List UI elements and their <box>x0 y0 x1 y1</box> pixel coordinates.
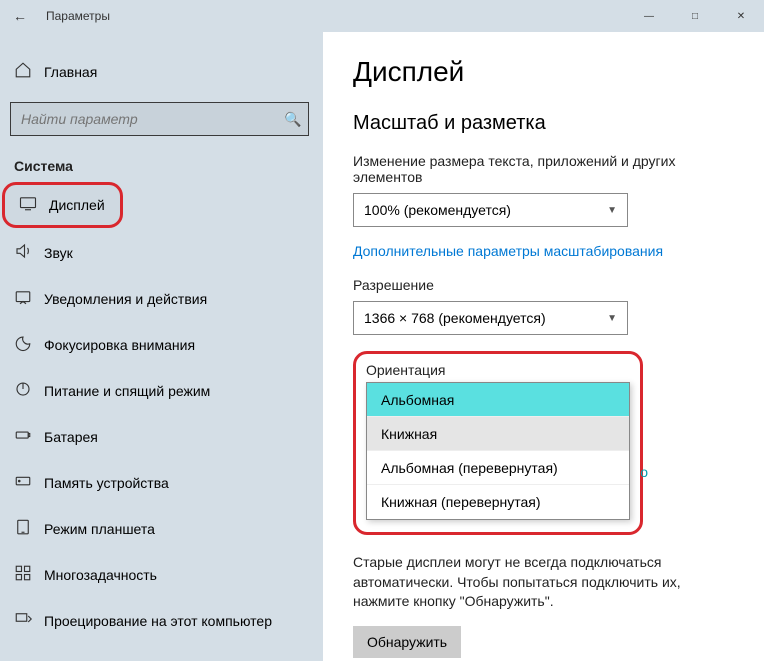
power-icon <box>14 380 44 403</box>
sidebar-item-notifications[interactable]: Уведомления и действия <box>0 276 323 322</box>
search-icon: 🔍 <box>278 111 308 128</box>
titlebar: ← Параметры ― □ ✕ <box>0 0 764 32</box>
home-button[interactable]: Главная <box>0 52 323 92</box>
resolution-select[interactable]: 1366 × 768 (рекомендуется) ▼ <box>353 301 628 335</box>
sidebar-item-label: Батарея <box>44 429 98 445</box>
sidebar-item-power[interactable]: Питание и спящий режим <box>0 368 323 414</box>
sidebar-item-focus[interactable]: Фокусировка внимания <box>0 322 323 368</box>
sidebar-item-battery[interactable]: Батарея <box>0 414 323 460</box>
orientation-option-portrait[interactable]: Книжная <box>367 417 629 451</box>
close-button[interactable]: ✕ <box>718 0 764 32</box>
home-label: Главная <box>44 64 97 80</box>
battery-icon <box>14 426 44 449</box>
storage-icon <box>14 472 44 495</box>
resolution-value: 1366 × 768 (рекомендуется) <box>364 310 546 326</box>
sidebar-item-label: Режим планшета <box>44 521 155 537</box>
sound-icon <box>14 242 44 265</box>
multitasking-icon <box>14 564 44 587</box>
scale-value: 100% (рекомендуется) <box>364 202 511 218</box>
orientation-group-highlight: Ориентация Альбомная Книжная Альбомная (… <box>353 351 643 535</box>
sidebar: Главная 🔍 Система Дисплей Звук У <box>0 32 323 661</box>
orientation-dropdown[interactable]: Альбомная Книжная Альбомная (перевернута… <box>366 382 630 520</box>
orientation-label: Ориентация <box>366 362 630 378</box>
sidebar-item-label: Звук <box>44 245 73 261</box>
minimize-button[interactable]: ― <box>626 0 672 32</box>
notifications-icon <box>14 288 44 311</box>
sidebar-item-sound[interactable]: Звук <box>0 230 323 276</box>
sidebar-item-multitasking[interactable]: Многозадачность <box>0 552 323 598</box>
sidebar-item-label: Дисплей <box>49 197 105 213</box>
sidebar-item-label: Уведомления и действия <box>44 291 207 307</box>
orientation-option-landscape-flipped[interactable]: Альбомная (перевернутая) <box>367 451 629 485</box>
chevron-down-icon: ▼ <box>607 313 617 324</box>
advanced-scaling-link[interactable]: Дополнительные параметры масштабирования <box>353 243 663 259</box>
maximize-button[interactable]: □ <box>672 0 718 32</box>
detect-note: Старые дисплеи могут не всегда подключат… <box>353 553 733 612</box>
detect-button[interactable]: Обнаружить <box>353 626 461 658</box>
tablet-icon <box>14 518 44 541</box>
search-input[interactable]: 🔍 <box>10 102 309 136</box>
scale-label: Изменение размера текста, приложений и д… <box>353 153 744 185</box>
sidebar-item-label: Многозадачность <box>44 567 157 583</box>
resolution-label: Разрешение <box>353 277 744 293</box>
sidebar-item-label: Питание и спящий режим <box>44 383 210 399</box>
display-icon <box>19 194 49 217</box>
sidebar-item-storage[interactable]: Память устройства <box>0 460 323 506</box>
content-area: Дисплей Масштаб и разметка Изменение раз… <box>323 32 764 661</box>
orientation-option-landscape[interactable]: Альбомная <box>367 383 629 417</box>
orientation-option-portrait-flipped[interactable]: Книжная (перевернутая) <box>367 485 629 519</box>
page-title: Дисплей <box>353 56 744 88</box>
sidebar-item-label: Фокусировка внимания <box>44 337 195 353</box>
back-button[interactable]: ← <box>0 8 40 24</box>
sidebar-item-label: Память устройства <box>44 475 169 491</box>
cut-off-text: о <box>640 464 648 480</box>
chevron-down-icon: ▼ <box>607 205 617 216</box>
sidebar-item-tablet[interactable]: Режим планшета <box>0 506 323 552</box>
sidebar-item-projecting[interactable]: Проецирование на этот компьютер <box>0 598 323 644</box>
window-controls: ― □ ✕ <box>626 0 764 32</box>
focus-icon <box>14 334 44 357</box>
scale-select[interactable]: 100% (рекомендуется) ▼ <box>353 193 628 227</box>
projecting-icon <box>14 610 44 633</box>
window-title: Параметры <box>40 9 626 23</box>
scale-section-heading: Масштаб и разметка <box>353 112 744 135</box>
sidebar-item-display[interactable]: Дисплей <box>2 182 123 228</box>
home-icon <box>14 61 44 84</box>
section-header: Система <box>0 146 323 180</box>
search-field[interactable] <box>11 111 278 127</box>
sidebar-item-label: Проецирование на этот компьютер <box>44 613 272 629</box>
